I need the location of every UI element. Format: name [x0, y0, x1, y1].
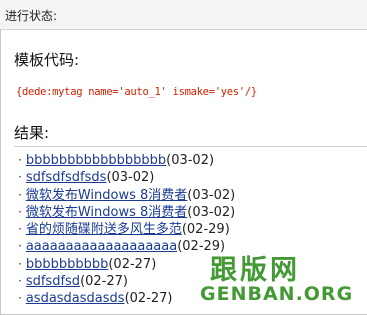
list-item: · bbbbbbbbbb(02-27) [18, 256, 235, 273]
result-date: (03-02) [166, 153, 215, 168]
result-date: (02-29) [181, 222, 230, 238]
template-code: {dede:mytag name='auto_1' ismake='yes'/} [16, 86, 257, 98]
result-date: (02-27) [108, 256, 157, 272]
list-item: · 微软发布Windows 8消费者(03-02) [18, 204, 235, 221]
result-link[interactable]: bbbbbbbbbb [26, 257, 109, 272]
list-item: · sdfsdfsd(02-27) [18, 273, 235, 290]
template-code-heading: 模板代码: [14, 51, 80, 69]
result-link[interactable]: sdfsdfsd [26, 274, 80, 289]
result-date: (03-02) [187, 187, 236, 203]
bullet-icon: · [18, 170, 22, 185]
result-link[interactable]: aaaaaaaaaaaaaaaaaaa [26, 239, 177, 254]
result-date: (02-27) [124, 291, 173, 307]
status-label: 进行状态: [5, 9, 58, 23]
result-date: (02-29) [177, 239, 226, 255]
result-link[interactable]: asdasdasdasds [26, 291, 125, 306]
result-link[interactable]: 省的烦随碟附送多风生多范 [26, 222, 182, 237]
list-item: · aaaaaaaaaaaaaaaaaaa(02-29) [18, 238, 235, 255]
bullet-icon: · [18, 291, 22, 306]
status-bar: 进行状态: [0, 0, 367, 30]
bullet-icon: · [18, 187, 22, 202]
result-date: (02-27) [80, 274, 128, 290]
list-item: · 微软发布Windows 8消费者(03-02) [18, 187, 235, 204]
bullet-icon: · [18, 153, 22, 167]
result-link[interactable]: 微软发布Windows 8消费者 [26, 188, 187, 203]
bullet-icon: · [18, 256, 22, 271]
list-item: · sdfsdfsdfsds(03-02) [18, 169, 235, 186]
result-date: (03-02) [106, 170, 155, 186]
result-link[interactable]: sdfsdfsdfsds [26, 170, 107, 185]
list-item: · 省的烦随碟附送多风生多范(02-29) [18, 221, 235, 238]
bullet-icon: · [18, 274, 22, 289]
bullet-icon: · [18, 204, 22, 219]
result-link[interactable]: 微软发布Windows 8消费者 [26, 205, 187, 220]
bullet-icon: · [18, 222, 22, 237]
result-date: (03-02) [187, 204, 236, 220]
result-divider [14, 146, 367, 147]
bullet-icon: · [18, 239, 22, 254]
result-link[interactable]: bbbbbbbbbbbbbbbbb [26, 153, 166, 168]
result-heading: 结果: [14, 124, 50, 142]
list-item: · bbbbbbbbbbbbbbbbb(03-02) [18, 152, 235, 169]
result-list: · bbbbbbbbbbbbbbbbb(03-02) · sdfsdfsdfsds(… [18, 152, 235, 308]
list-item: · asdasdasdasds(02-27) [18, 290, 235, 307]
